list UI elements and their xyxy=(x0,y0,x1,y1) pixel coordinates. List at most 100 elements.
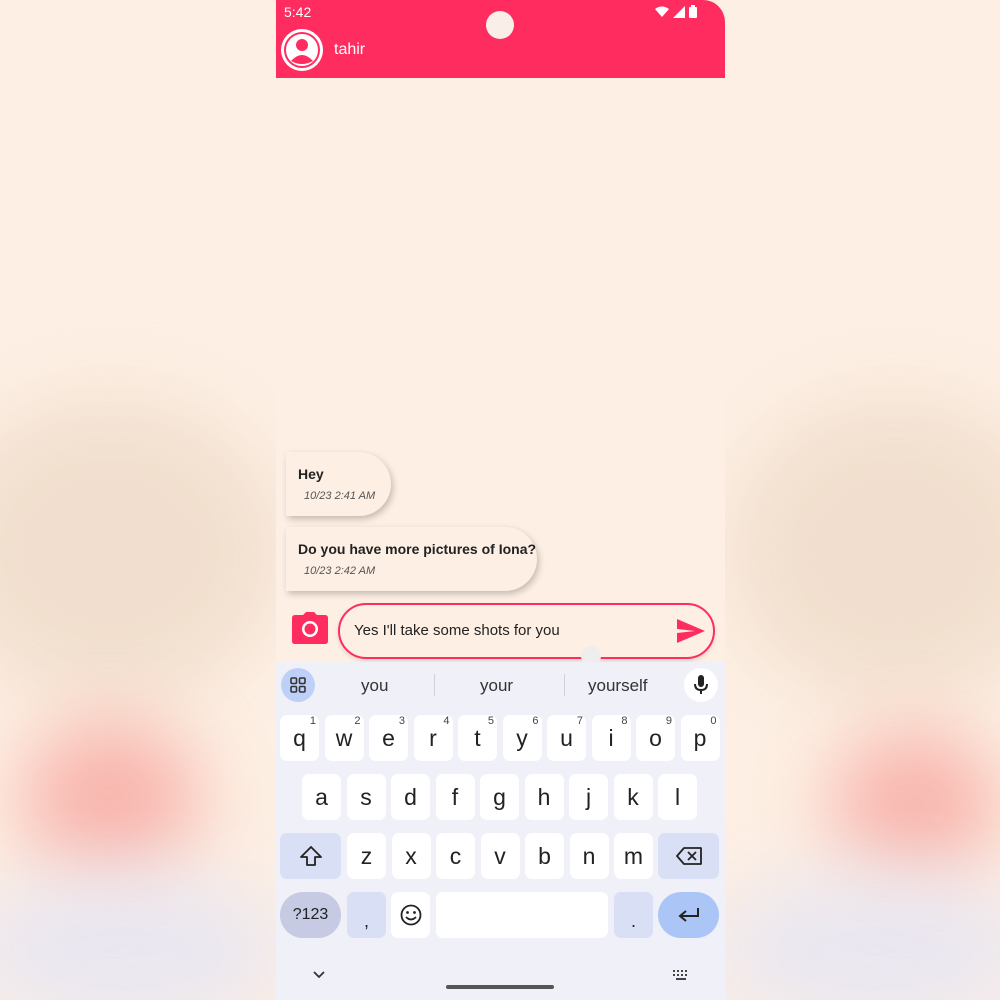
backspace-icon xyxy=(675,847,702,865)
key-label: f xyxy=(451,783,459,810)
key-e[interactable]: e3 xyxy=(369,715,408,761)
key-label: n xyxy=(582,842,596,869)
suggestion-item[interactable]: your xyxy=(480,676,513,696)
key-label: g xyxy=(493,783,506,810)
key-d[interactable]: d xyxy=(391,774,430,820)
space-key[interactable] xyxy=(436,892,608,938)
key-y[interactable]: y6 xyxy=(502,715,542,761)
emoji-icon xyxy=(400,904,421,926)
message-input-text[interactable]: Yes I'll take some shots for you xyxy=(354,622,560,639)
key-number-hint: 9 xyxy=(665,715,672,727)
key-l[interactable]: l xyxy=(658,774,697,820)
switch-keyboard-button[interactable] xyxy=(672,968,690,986)
key-m[interactable]: m xyxy=(614,833,653,879)
suggestion-item[interactable]: yourself xyxy=(588,676,648,696)
key-label: y xyxy=(516,724,528,751)
key-label: h xyxy=(537,783,551,810)
key-label: s xyxy=(360,783,372,810)
status-icons xyxy=(655,5,697,18)
key-number-hint: 1 xyxy=(309,715,316,727)
symbols-key[interactable]: ?123 xyxy=(280,892,341,938)
key-z[interactable]: z xyxy=(347,833,386,879)
message-bubble: Do you have more pictures of Iona? 10/23… xyxy=(286,527,537,591)
key-a[interactable]: a xyxy=(302,774,341,820)
suggestion-strip: you your yourself xyxy=(276,662,725,708)
key-label: c xyxy=(449,842,462,869)
key-label: w xyxy=(335,724,353,751)
comma-key[interactable]: , xyxy=(347,892,386,938)
key-r[interactable]: r4 xyxy=(413,715,453,761)
message-input[interactable]: Yes I'll take some shots for you xyxy=(338,603,715,659)
message-timestamp: 10/23 2:41 AM xyxy=(304,490,376,502)
message-bubble: Hey 10/23 2:41 AM xyxy=(286,452,391,516)
key-number-hint: 2 xyxy=(354,715,361,727)
wifi-icon xyxy=(655,6,669,17)
key-label: p xyxy=(693,724,707,751)
key-number-hint: 8 xyxy=(621,715,628,727)
key-u[interactable]: u7 xyxy=(547,715,586,761)
signal-icon xyxy=(673,5,685,18)
key-s[interactable]: s xyxy=(346,774,386,820)
apps-grid-icon xyxy=(290,677,306,693)
phone-screen: 5:42 tahir Hey 10/23 2:41 AM Do you have… xyxy=(276,0,725,1000)
key-label: d xyxy=(404,783,417,810)
key-n[interactable]: n xyxy=(569,833,609,879)
key-h[interactable]: h xyxy=(524,774,564,820)
key-number-hint: 5 xyxy=(487,715,494,727)
message-text: Hey xyxy=(298,466,324,482)
key-label: o xyxy=(649,724,662,751)
shift-key[interactable] xyxy=(280,833,341,879)
key-number-hint: 7 xyxy=(576,715,583,727)
contact-avatar[interactable] xyxy=(281,29,323,71)
mic-icon xyxy=(694,675,708,694)
key-p[interactable]: p0 xyxy=(680,715,720,761)
home-indicator[interactable] xyxy=(446,985,554,989)
key-number-hint: 6 xyxy=(532,715,539,727)
emoji-key[interactable] xyxy=(391,892,430,938)
soft-keyboard: you your yourself q1w2e3r4t5y6u7i8o9p0 a… xyxy=(276,662,725,1000)
apps-grid-button[interactable] xyxy=(281,668,315,702)
key-o[interactable]: o9 xyxy=(636,715,675,761)
status-time: 5:42 xyxy=(284,4,312,20)
front-camera-cutout xyxy=(486,11,514,39)
app-bar: 5:42 tahir xyxy=(276,0,725,78)
key-label: l xyxy=(674,783,681,810)
key-label: m xyxy=(623,842,644,869)
suggestion-divider xyxy=(564,674,565,696)
voice-input-button[interactable] xyxy=(684,668,718,702)
key-t[interactable]: t5 xyxy=(458,715,497,761)
send-button[interactable] xyxy=(675,615,707,647)
camera-button[interactable] xyxy=(291,611,328,645)
profile-icon xyxy=(283,31,321,69)
key-k[interactable]: k xyxy=(613,774,653,820)
key-label: b xyxy=(538,842,551,869)
key-q[interactable]: q1 xyxy=(280,715,319,761)
key-g[interactable]: g xyxy=(480,774,519,820)
send-icon xyxy=(677,619,705,643)
key-label: e xyxy=(382,724,395,751)
period-key[interactable]: . xyxy=(614,892,653,938)
key-i[interactable]: i8 xyxy=(591,715,631,761)
key-label: j xyxy=(585,783,592,810)
hide-keyboard-button[interactable] xyxy=(312,967,326,985)
key-j[interactable]: j xyxy=(569,774,608,820)
enter-icon xyxy=(677,908,699,922)
key-w[interactable]: w2 xyxy=(324,715,364,761)
key-label: k xyxy=(627,783,639,810)
camera-icon xyxy=(291,612,328,644)
enter-key[interactable] xyxy=(658,892,719,938)
key-f[interactable]: f xyxy=(435,774,475,820)
key-x[interactable]: x xyxy=(391,833,431,879)
key-number-hint: 3 xyxy=(398,715,405,727)
key-b[interactable]: b xyxy=(525,833,564,879)
key-label: v xyxy=(494,842,506,869)
key-label: q xyxy=(293,724,306,751)
key-c[interactable]: c xyxy=(436,833,475,879)
suggestion-item[interactable]: you xyxy=(361,676,388,696)
key-label: i xyxy=(608,724,614,751)
shift-icon xyxy=(299,846,322,866)
chevron-down-icon xyxy=(313,971,325,979)
backspace-key[interactable] xyxy=(658,833,719,879)
key-v[interactable]: v xyxy=(480,833,520,879)
message-text: Do you have more pictures of Iona? xyxy=(298,541,537,557)
